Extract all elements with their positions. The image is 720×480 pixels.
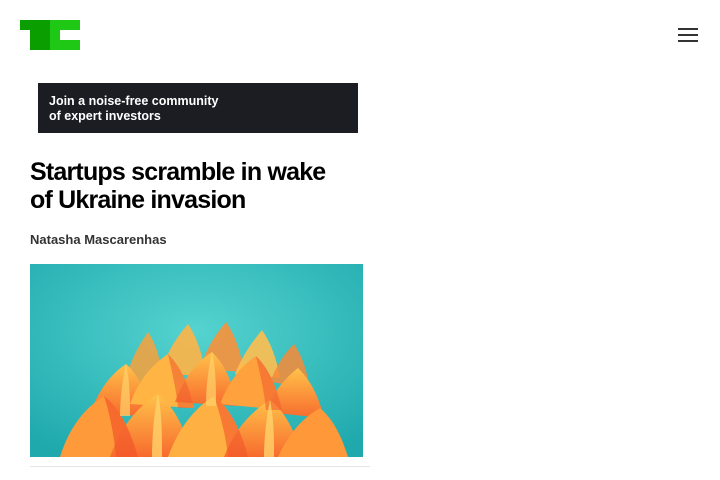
divider xyxy=(30,466,370,467)
article-author[interactable]: Natasha Mascarenhas xyxy=(30,232,167,247)
headline-line-1: Startups scramble in wake xyxy=(30,158,326,186)
orange-paper-waves-image xyxy=(30,264,363,457)
ad-text-line-1: Join a noise-free community xyxy=(49,94,219,108)
techcrunch-logo-icon[interactable] xyxy=(20,20,80,50)
ad-text-line-2: of expert investors xyxy=(49,109,161,123)
menu-button[interactable] xyxy=(675,25,701,45)
hamburger-menu-icon xyxy=(678,28,698,30)
ad-banner[interactable]: Join a noise-free community of expert in… xyxy=(38,83,358,133)
article-hero-image[interactable] xyxy=(30,264,363,457)
headline-line-2: of Ukraine invasion xyxy=(30,186,246,214)
page: Join a noise-free community of expert in… xyxy=(0,0,720,480)
article-headline[interactable]: Startups scramble in wake of Ukraine inv… xyxy=(30,158,370,214)
